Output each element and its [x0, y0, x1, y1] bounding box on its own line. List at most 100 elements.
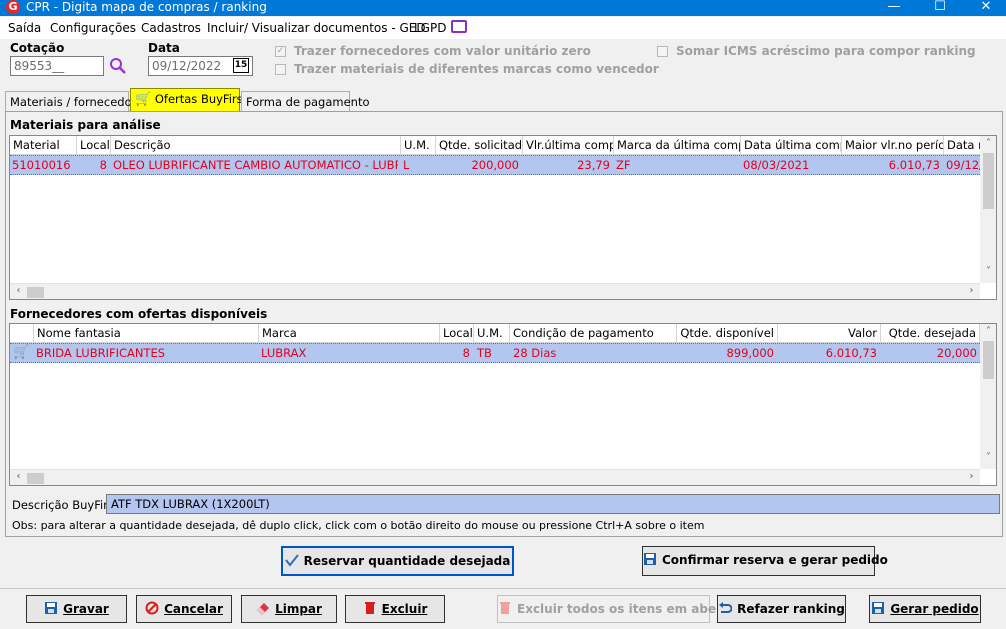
- scroll-right-icon[interactable]: ›: [963, 285, 980, 296]
- cell-material: 51010016: [12, 158, 71, 172]
- monitor-icon[interactable]: [451, 20, 467, 33]
- cell-qtde: 200,000: [471, 158, 519, 172]
- chk-fornecedores-zero[interactable]: ✓: [275, 46, 286, 57]
- gravar-button[interactable]: Gravar: [26, 595, 127, 623]
- check-icon: [284, 550, 299, 567]
- excluir-todos-button[interactable]: Excluir todos os itens em aberto: [497, 595, 736, 623]
- refazer-ranking-button[interactable]: Refazer ranking: [717, 595, 846, 623]
- scroll-down-icon[interactable]: ˅: [980, 266, 996, 277]
- descricao-label: Descrição BuyFirst: [12, 498, 119, 512]
- cell-marca: LUBRAX: [261, 346, 307, 360]
- cotacao-label: Cotação: [10, 41, 65, 55]
- col-marca[interactable]: Marca: [259, 324, 440, 343]
- scroll-left-icon[interactable]: ‹: [10, 285, 27, 296]
- cell-data-m: 09/12/: [946, 158, 980, 172]
- menu-bar: Saída Configurações Cadastros Incluir/ V…: [0, 17, 1006, 39]
- scroll-right-icon[interactable]: ›: [963, 471, 980, 482]
- table-row[interactable]: 🛒 BRIDA LUBRIFICANTES LUBRAX 8 TB 28 Dia…: [10, 343, 980, 363]
- col-data-m[interactable]: Data m: [944, 136, 984, 155]
- cell-maior: 6.010,73: [888, 158, 940, 172]
- col-local[interactable]: Local: [440, 324, 474, 343]
- scroll-down-icon[interactable]: ˅: [980, 452, 996, 463]
- chk-somar-icms[interactable]: [657, 46, 668, 57]
- limpar-label: Limpar: [275, 602, 322, 616]
- eraser-icon: [256, 598, 270, 615]
- scroll-thumb[interactable]: [983, 153, 994, 209]
- tab-ofertas-buyfirst[interactable]: 🛒 Ofertas BuyFirst: [130, 88, 247, 111]
- col-marca-ultima[interactable]: Marca da última compra: [614, 136, 741, 155]
- excluir-todos-label: Excluir todos os itens em aberto: [517, 602, 737, 616]
- maximize-button[interactable]: ☐: [917, 0, 963, 16]
- undo-icon: [718, 598, 733, 613]
- tab-forma-pagamento[interactable]: Forma de pagamento: [241, 91, 370, 111]
- excluir-label: Excluir: [381, 602, 428, 616]
- cart-icon: 🛒: [135, 92, 152, 107]
- col-um[interactable]: U.M.: [474, 324, 510, 343]
- title-bar: G CPR - Digita mapa de compras / ranking…: [0, 0, 1006, 16]
- scroll-thumb[interactable]: [983, 341, 994, 379]
- close-button[interactable]: ✕: [963, 0, 1006, 16]
- cell-local: 8: [99, 158, 107, 172]
- col-vlr-ultima[interactable]: Vlr.última compra: [523, 136, 614, 155]
- menu-ged[interactable]: Incluir/ Visualizar documentos - GED: [207, 21, 426, 35]
- cell-local: 8: [462, 346, 470, 360]
- cell-data: 08/03/2021: [743, 158, 810, 172]
- col-local[interactable]: Local: [77, 136, 111, 155]
- col-material[interactable]: Material: [10, 136, 77, 155]
- calendar-icon[interactable]: 15: [233, 58, 249, 73]
- cell-um: L: [403, 158, 410, 172]
- minimize-button[interactable]: —: [871, 0, 917, 16]
- materiais-grid: Material Local Descrição U.M. Qtde. soli…: [9, 135, 997, 300]
- excluir-button[interactable]: Excluir: [345, 595, 445, 623]
- materiais-title: Materiais para análise: [10, 118, 161, 132]
- chk-diferentes-marcas[interactable]: [275, 64, 286, 75]
- col-um[interactable]: U.M.: [401, 136, 436, 155]
- menu-cadastros[interactable]: Cadastros: [141, 21, 201, 35]
- col-descricao[interactable]: Descrição: [111, 136, 401, 155]
- confirmar-button[interactable]: Confirmar reserva e gerar pedido: [642, 546, 888, 576]
- col-data-ultima[interactable]: Data última compra: [741, 136, 842, 155]
- chk-diferentes-marcas-label: Trazer materiais de diferentes marcas co…: [294, 62, 659, 76]
- descricao-field[interactable]: ATF TDX LUBRAX (1X200LT): [106, 494, 1000, 514]
- col-maior-vlr[interactable]: Maior vlr.no período: [842, 136, 944, 155]
- col-nome-fantasia[interactable]: Nome fantasia: [34, 324, 259, 343]
- cell-descricao: OLEO LUBRIFICANTE CAMBIO AUTOMATICO - LU…: [113, 158, 398, 172]
- menu-lgpd[interactable]: LGPD: [414, 21, 446, 35]
- scroll-left-icon[interactable]: ‹: [10, 471, 27, 482]
- confirmar-label: Confirmar reserva e gerar pedido: [662, 553, 888, 567]
- fornecedores-title: Fornecedores com ofertas disponíveis: [10, 307, 268, 321]
- tab-materiais-fornecedores[interactable]: Materiais / fornecedores: [5, 91, 149, 111]
- reservar-button[interactable]: Reservar quantidade desejada: [281, 546, 514, 576]
- obs-text: Obs: para alterar a quantidade desejada,…: [12, 519, 705, 532]
- refazer-label: Refazer ranking: [737, 602, 845, 616]
- table-row[interactable]: 51010016 8 OLEO LUBRIFICANTE CAMBIO AUTO…: [10, 155, 980, 175]
- scroll-thumb[interactable]: [27, 287, 44, 298]
- reservar-label: Reservar quantidade desejada: [303, 554, 511, 568]
- cotacao-input[interactable]: 89553__: [10, 56, 104, 76]
- search-icon[interactable]: [109, 57, 127, 75]
- menu-configuracoes[interactable]: Configurações: [50, 21, 136, 35]
- cancelar-button[interactable]: Cancelar: [136, 595, 232, 623]
- scroll-up-icon[interactable]: ˄: [980, 138, 996, 149]
- floppy-icon: [871, 598, 885, 614]
- fornecedores-vscroll[interactable]: ˄ ˅: [980, 324, 996, 469]
- divider: [0, 588, 1006, 589]
- scroll-thumb[interactable]: [27, 473, 44, 484]
- window-title: CPR - Digita mapa de compras / ranking: [26, 0, 267, 14]
- gerar-pedido-button[interactable]: Gerar pedido: [869, 595, 981, 623]
- col-condicao[interactable]: Condição de pagamento: [510, 324, 677, 343]
- fornecedores-grid: Nome fantasia Marca Local U.M. Condição …: [9, 323, 997, 486]
- limpar-button[interactable]: Limpar: [241, 595, 337, 623]
- data-label: Data: [148, 41, 180, 55]
- app-logo-icon: G: [6, 0, 20, 14]
- menu-saida[interactable]: Saída: [8, 21, 41, 35]
- col-qtde-solicitada[interactable]: Qtde. solicitada: [436, 136, 523, 155]
- fornecedores-hscroll[interactable]: ‹ ›: [10, 469, 980, 485]
- col-qtde-desejada[interactable]: Qtde. desejada: [881, 324, 980, 343]
- scroll-up-icon[interactable]: ˄: [980, 326, 996, 337]
- materiais-vscroll[interactable]: ˄ ˅: [980, 136, 996, 283]
- col-qtde-disponivel[interactable]: Qtde. disponível: [677, 324, 778, 343]
- col-valor[interactable]: Valor: [778, 324, 881, 343]
- materiais-hscroll[interactable]: ‹ ›: [10, 283, 980, 299]
- cancelar-label: Cancelar: [164, 602, 223, 616]
